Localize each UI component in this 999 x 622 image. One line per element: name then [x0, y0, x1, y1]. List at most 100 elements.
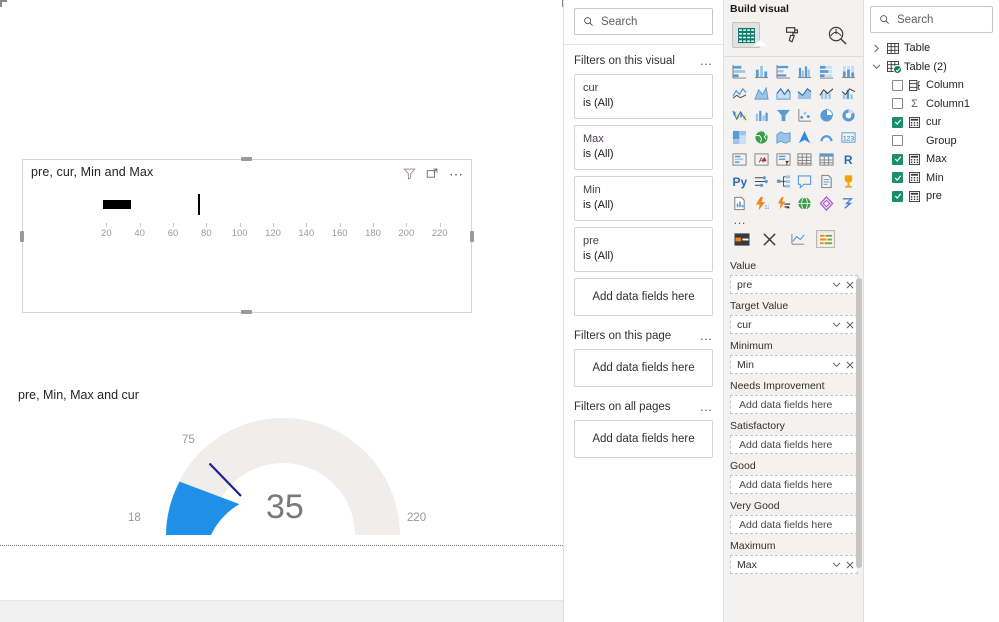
azure-map-icon[interactable]: [794, 128, 816, 147]
handle-bottom-center[interactable]: [241, 310, 252, 314]
field-checkbox[interactable]: [892, 172, 903, 184]
filter-icon[interactable]: [403, 167, 416, 180]
handle-top-center[interactable]: [241, 157, 252, 161]
filter-card[interactable]: pre is (All): [574, 227, 713, 272]
qa-visual-icon[interactable]: [794, 172, 816, 191]
tree-item-max[interactable]: Max: [870, 150, 993, 169]
line-chart-icon[interactable]: [729, 84, 751, 103]
line-clustered-column-icon[interactable]: [816, 84, 838, 103]
decomposition-tree-icon[interactable]: [772, 172, 794, 191]
chevron-down-icon[interactable]: [832, 322, 841, 328]
pie-chart-icon[interactable]: [816, 106, 838, 125]
treemap-icon[interactable]: [729, 128, 751, 147]
filter-dropzone[interactable]: Add data fields here: [574, 420, 713, 458]
metrics-icon[interactable]: [837, 172, 859, 191]
power-automate-icon[interactable]: 123: [751, 194, 773, 213]
tree-item-group[interactable]: Group: [870, 132, 993, 151]
filter-card[interactable]: Max is (All): [574, 125, 713, 170]
analytics-tab[interactable]: [823, 22, 851, 48]
gauge-fields-icon[interactable]: [816, 230, 835, 248]
handle-bottom-left[interactable]: [0, 0, 7, 622]
100-stacked-bar-chart-icon[interactable]: [816, 62, 838, 81]
map-icon[interactable]: [751, 128, 773, 147]
ribbon-chart-icon[interactable]: [837, 84, 859, 103]
filter-group-menu-icon[interactable]: …: [700, 54, 714, 67]
handle-middle-right[interactable]: [470, 231, 474, 242]
arcgis-map-icon[interactable]: [816, 128, 838, 147]
focus-mode-icon[interactable]: [426, 167, 439, 180]
clustered-column-chart-icon[interactable]: [794, 62, 816, 81]
smart-narrative-icon[interactable]: [816, 172, 838, 191]
kpi-icon[interactable]: A: [751, 150, 773, 169]
handle-middle-left[interactable]: [20, 231, 24, 242]
donut-chart-icon[interactable]: [837, 106, 859, 125]
scatter-plot-icon[interactable]: [794, 106, 816, 125]
well-good[interactable]: Add data fields here: [730, 475, 858, 494]
chevron-down-icon[interactable]: [832, 562, 841, 568]
bullet-chart-visual[interactable]: pre, cur, Min and Max ⋯ 20 40 60 80 100 1: [22, 159, 472, 313]
key-influencers-icon[interactable]: [751, 172, 773, 191]
well-value[interactable]: pre: [730, 275, 858, 294]
r-script-visual-icon[interactable]: R: [844, 153, 853, 167]
table-icon[interactable]: [794, 150, 816, 169]
stacked-column-chart-icon[interactable]: [751, 62, 773, 81]
chevron-down-icon[interactable]: [872, 63, 881, 70]
field-checkbox[interactable]: [892, 135, 903, 147]
filter-group-menu-icon[interactable]: …: [700, 329, 714, 342]
chevron-right-icon[interactable]: [872, 44, 881, 53]
remove-field-icon[interactable]: [846, 321, 854, 329]
handle-top-right[interactable]: [0, 0, 563, 14]
azure-ml-icon[interactable]: [772, 194, 794, 213]
multi-row-card-icon[interactable]: [729, 150, 751, 169]
filter-card[interactable]: Min is (All): [574, 176, 713, 221]
gauge-icon[interactable]: [816, 194, 838, 213]
card-icon[interactable]: 123: [837, 128, 859, 147]
filter-dropzone[interactable]: Add data fields here: [574, 278, 713, 316]
globe-icon[interactable]: [794, 194, 816, 213]
100-stacked-column-chart-icon[interactable]: [837, 62, 859, 81]
stacked-bar-chart-icon[interactable]: [729, 62, 751, 81]
well-minimum[interactable]: Min: [730, 355, 858, 374]
tree-item-cur[interactable]: cur: [870, 113, 993, 132]
filled-map-icon[interactable]: [772, 128, 794, 147]
chevron-down-icon[interactable]: [832, 282, 841, 288]
gallery-more-icon[interactable]: …: [724, 213, 863, 227]
more-options-icon[interactable]: ⋯: [449, 167, 464, 181]
field-wells-scrollbar[interactable]: [856, 278, 862, 568]
well-maximum[interactable]: Max: [730, 555, 858, 574]
report-canvas[interactable]: pre, cur, Min and Max ⋯ 20 40 60 80 100 1: [0, 0, 563, 622]
tree-item-column[interactable]: Column: [870, 76, 993, 95]
remove-field-icon[interactable]: [846, 361, 854, 369]
remove-field-icon[interactable]: [846, 281, 854, 289]
funnel-chart-icon[interactable]: [772, 106, 794, 125]
tree-item-column1[interactable]: Σ Column1: [870, 95, 993, 114]
python-visual-icon[interactable]: Py: [732, 175, 747, 189]
scatter-chart-icon[interactable]: [751, 106, 773, 125]
filter-card[interactable]: cur is (All): [574, 74, 713, 119]
waterfall-chart-icon[interactable]: [729, 106, 751, 125]
format-bar-icon[interactable]: [733, 231, 750, 247]
well-target-value[interactable]: cur: [730, 315, 858, 334]
handle-bottom-right[interactable]: [0, 0, 563, 622]
field-checkbox[interactable]: [892, 153, 903, 165]
analytics-pane-icon[interactable]: [789, 231, 806, 247]
filter-dropzone[interactable]: Add data fields here: [574, 349, 713, 387]
field-checkbox[interactable]: [892, 190, 903, 202]
line-stacked-column-icon[interactable]: [794, 84, 816, 103]
stacked-area-chart-icon[interactable]: [772, 84, 794, 103]
remove-field-icon[interactable]: [846, 561, 854, 569]
slicer-icon[interactable]: [772, 150, 794, 169]
tree-item-pre[interactable]: pre: [870, 187, 993, 206]
field-checkbox[interactable]: [892, 79, 903, 91]
paginated-report-icon[interactable]: [729, 194, 751, 213]
well-very-good[interactable]: Add data fields here: [730, 515, 858, 534]
gauge-chart-visual[interactable]: pre, Min, Max and cur 18 220 75 35: [18, 388, 508, 543]
area-chart-icon[interactable]: [751, 84, 773, 103]
tree-item-table-2[interactable]: Table (2): [870, 58, 993, 77]
field-checkbox[interactable]: [892, 116, 903, 128]
tree-item-min[interactable]: Min: [870, 169, 993, 188]
tree-item-table[interactable]: Table: [870, 39, 993, 58]
data-search-input[interactable]: Search: [870, 6, 993, 33]
chevron-down-icon[interactable]: [832, 362, 841, 368]
well-needs-improvement[interactable]: Add data fields here: [730, 395, 858, 414]
